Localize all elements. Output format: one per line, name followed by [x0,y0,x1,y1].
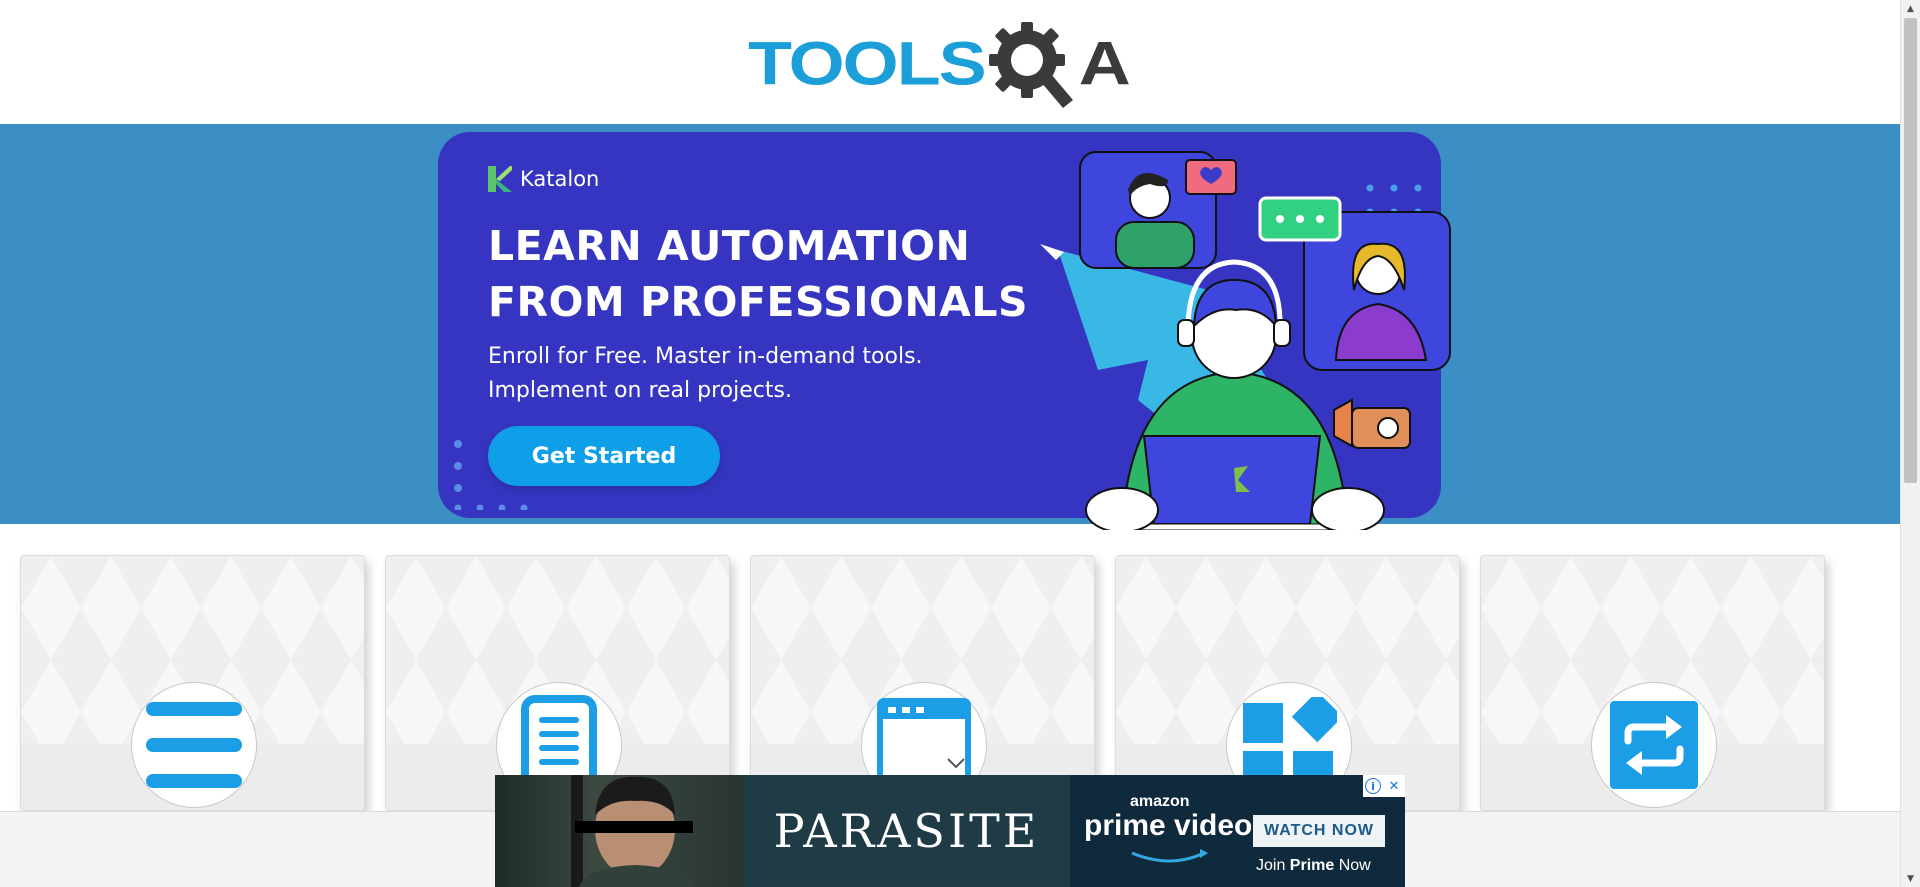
banner-headline: LEARN AUTOMATION FROM PROFESSIONALS [488,218,1048,330]
hamburger-menu-icon [146,702,242,788]
category-card-2[interactable] [385,555,730,811]
banner-subtext: Enroll for Free. Master in-demand tools.… [488,340,1008,408]
category-card-1[interactable] [20,555,365,811]
headline-line-2: FROM PROFESSIONALS [488,278,1029,326]
category-cards [20,555,1825,811]
ad-person-image [571,775,695,887]
ad-prime-panel: amazon prime video WATCH NOW Join Prime … [1070,775,1405,887]
learning-illustration [1040,151,1451,530]
ad-prime-video-text: prime video [1084,809,1253,842]
interactions-arrows-icon [1610,701,1698,789]
ad-movie-photo [495,775,743,887]
katalon-promo-banner[interactable]: Katalon LEARN AUTOMATION FROM PROFESSION… [438,132,1451,530]
card-icon-circle [1591,682,1717,808]
ad-movie-title: PARASITE [773,804,1040,858]
logo-gear-magnifier-icon [988,22,1073,108]
logo-tools-text: TOOLS [748,30,987,98]
subtext-line-1: Enroll for Free. Master in-demand tools. [488,344,923,369]
category-card-4[interactable] [1115,555,1460,811]
card-icon-circle [131,682,257,808]
watch-now-button[interactable]: WATCH NOW [1253,815,1385,847]
scroll-down-arrow-icon[interactable]: ▼ [1901,870,1920,887]
scrollbar-thumb[interactable] [1904,18,1917,483]
get-started-button[interactable]: Get Started [488,426,720,486]
ad-join-bold: Prime [1289,857,1335,874]
ad-title-panel: PARASITE [743,775,1070,887]
ad-join-prime-text: Join Prime Now [1256,857,1371,875]
ad-join-prefix: Join [1256,857,1290,874]
katalon-logo-icon [488,166,512,192]
logo-qa: A [987,18,1131,110]
ad-info-icon[interactable]: i [1365,778,1381,794]
amazon-smile-icon [1131,849,1208,863]
advertisement-banner[interactable]: PARASITE amazon prime video WATCH NOW Jo… [495,775,1405,887]
toolsqa-logo[interactable]: TOOLS A [748,14,1158,114]
ad-join-suffix: Now [1334,857,1371,874]
logo-a-text: A [1078,30,1131,98]
katalon-brand: Katalon [488,166,599,192]
headline-line-1: LEARN AUTOMATION [488,222,971,270]
category-card-5[interactable] [1480,555,1825,811]
scroll-up-arrow-icon[interactable]: ▲ [1901,0,1920,17]
katalon-brand-name: Katalon [520,167,600,191]
ad-close-icon[interactable]: ✕ [1385,777,1403,795]
ad-controls: i ✕ [1363,775,1405,797]
category-card-3[interactable] [750,555,1095,811]
site-header: TOOLS A [0,0,1900,124]
subtext-line-2: Implement on real projects. [488,378,792,403]
page-scrollbar[interactable]: ▲ ▼ [1900,0,1920,887]
